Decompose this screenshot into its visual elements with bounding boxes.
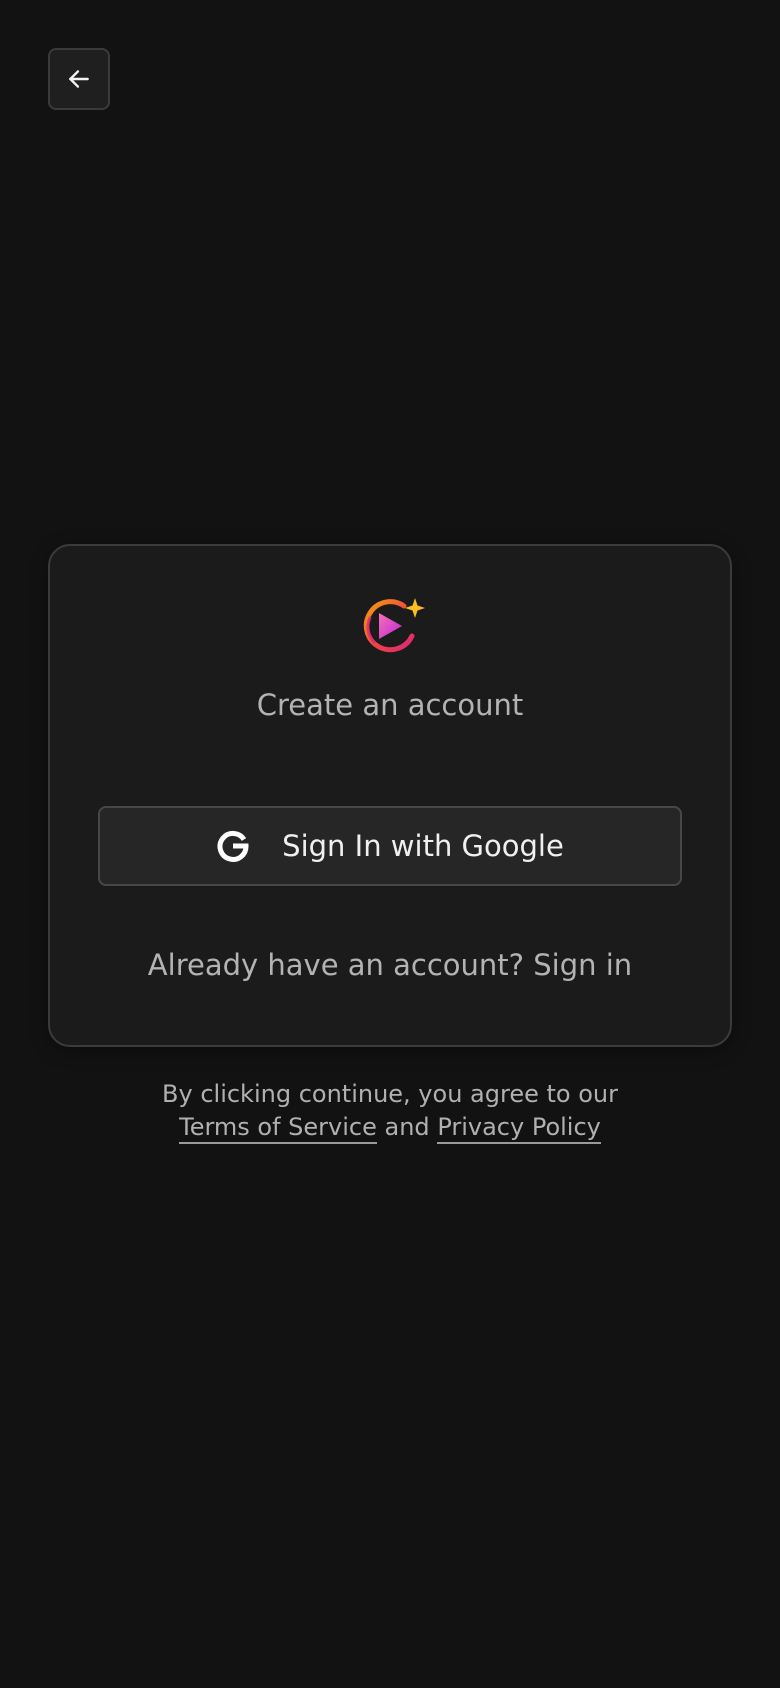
privacy-policy-link[interactable]: Privacy Policy — [437, 1113, 601, 1144]
back-button[interactable] — [48, 48, 110, 110]
terms-of-service-link[interactable]: Terms of Service — [179, 1113, 377, 1144]
legal-links: Terms of Service and Privacy Policy — [0, 1111, 780, 1144]
legal-conjunction: and — [384, 1113, 430, 1141]
signin-link[interactable]: Already have an account? Sign in — [50, 948, 730, 982]
legal-line: By clicking continue, you agree to our — [162, 1080, 618, 1108]
signup-page: Create an account Sign In with Google Al… — [0, 0, 780, 1688]
google-icon — [216, 829, 250, 863]
signup-card: Create an account Sign In with Google Al… — [48, 544, 732, 1047]
legal-notice: By clicking continue, you agree to our T… — [0, 1078, 780, 1144]
google-signin-button[interactable]: Sign In with Google — [98, 806, 682, 886]
google-button-label: Sign In with Google — [282, 829, 564, 863]
play-sparkle-logo-icon — [363, 598, 425, 653]
page-title: Create an account — [256, 688, 524, 722]
arrow-left-icon — [69, 70, 89, 88]
